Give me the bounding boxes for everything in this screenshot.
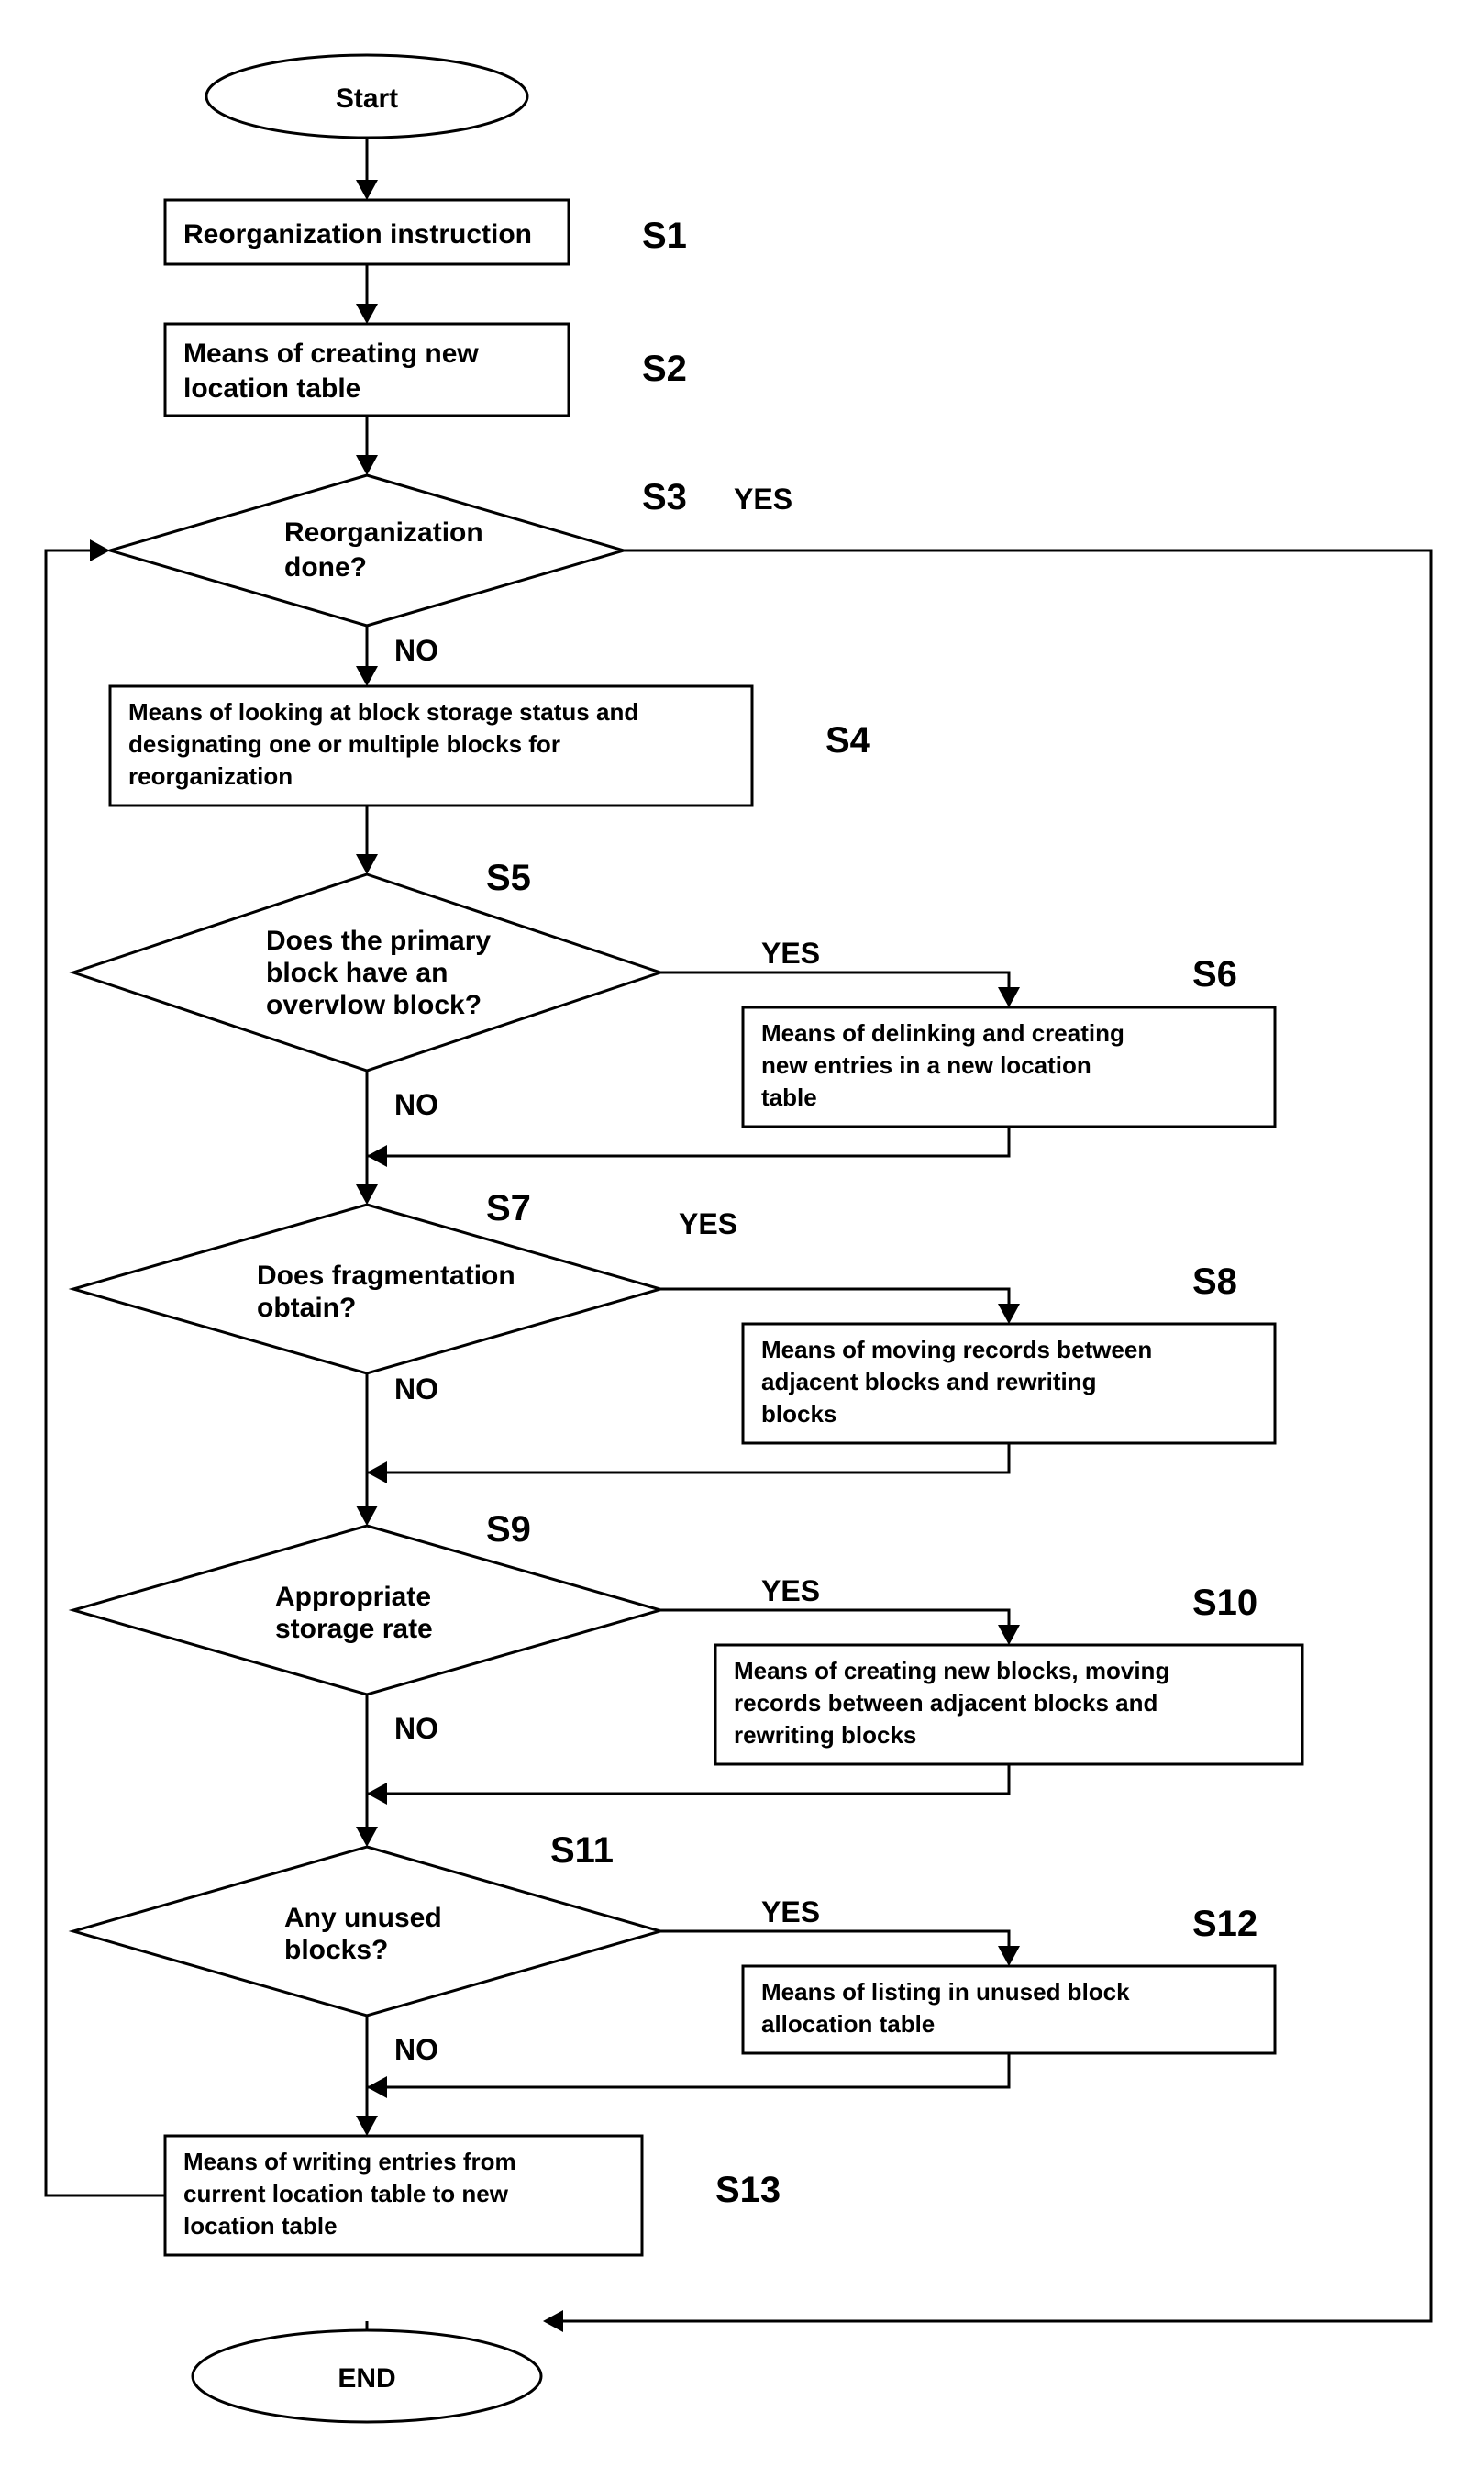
- s7-node: Does fragmentation obtain? S7: [73, 1188, 660, 1373]
- s5-step: S5: [486, 858, 531, 898]
- s4-l1: Means of looking at block storage status…: [128, 698, 638, 726]
- s11-l1: Any unused: [284, 1903, 442, 1933]
- s5-l2: block have an: [266, 958, 448, 988]
- s4-node: Means of looking at block storage status…: [110, 686, 871, 806]
- s7-no-label: NO: [394, 1372, 438, 1406]
- s6-step: S6: [1192, 954, 1237, 995]
- s2-l2: location table: [183, 373, 360, 404]
- s5-yes-label: YES: [761, 937, 820, 970]
- start-label: Start: [336, 83, 398, 114]
- s11-step: S11: [550, 1830, 614, 1871]
- s7-l2: obtain?: [257, 1293, 356, 1323]
- s10-step: S10: [1192, 1583, 1257, 1623]
- s3-l1: Reorganization: [284, 517, 483, 548]
- s6-l1: Means of delinking and creating: [761, 1019, 1124, 1047]
- s11-l2: blocks?: [284, 1935, 388, 1965]
- s3-no-label: NO: [394, 634, 438, 667]
- s5-l3: overvlow block?: [266, 990, 482, 1020]
- s9-yes-label: YES: [761, 1574, 820, 1607]
- s8-step: S8: [1192, 1261, 1237, 1302]
- s5-node: Does the primary block have an overvlow …: [73, 858, 660, 1071]
- s10-l3: rewriting blocks: [734, 1721, 916, 1749]
- s13-step: S13: [715, 2170, 781, 2210]
- s1-node: Reorganization instruction S1: [165, 200, 687, 264]
- s5-l1: Does the primary: [266, 926, 491, 956]
- s10-l2: records between adjacent blocks and: [734, 1689, 1157, 1717]
- s12-l2: allocation table: [761, 2010, 935, 2038]
- s8-l1: Means of moving records between: [761, 1336, 1152, 1363]
- s7-yes-label: YES: [679, 1207, 737, 1240]
- s11-node: Any unused blocks? S11: [73, 1830, 660, 2016]
- s1-step: S1: [642, 216, 687, 256]
- s13-l1: Means of writing entries from: [183, 2148, 516, 2175]
- s9-l2: storage rate: [275, 1614, 433, 1644]
- s12-step: S12: [1192, 1904, 1257, 1944]
- end-label: END: [338, 2363, 395, 2394]
- s4-step: S4: [825, 720, 871, 761]
- start-node: Start: [206, 55, 527, 138]
- s10-l1: Means of creating new blocks, moving: [734, 1657, 1169, 1684]
- s2-l1: Means of creating new: [183, 339, 479, 369]
- s2-step: S2: [642, 349, 687, 389]
- s9-no-label: NO: [394, 1712, 438, 1745]
- s13-l3: location table: [183, 2212, 338, 2239]
- s11-no-label: NO: [394, 2033, 438, 2066]
- s3-step: S3: [642, 477, 687, 517]
- s8-l3: blocks: [761, 1400, 836, 1428]
- end-node: END: [193, 2330, 541, 2422]
- s9-node: Appropriate storage rate S9: [73, 1509, 660, 1695]
- s13-l2: current location table to new: [183, 2180, 509, 2207]
- s2-node: Means of creating new location table S2: [165, 324, 687, 416]
- s8-l2: adjacent blocks and rewriting: [761, 1368, 1097, 1395]
- s3-l2: done?: [284, 552, 367, 583]
- s6-l3: table: [761, 1083, 817, 1111]
- s9-step: S9: [486, 1509, 531, 1550]
- s11-yes-label: YES: [761, 1895, 820, 1928]
- s3-yes-label: YES: [734, 483, 792, 516]
- s9-l1: Appropriate: [275, 1582, 431, 1612]
- s12-l1: Means of listing in unused block: [761, 1978, 1130, 2006]
- s4-l2: designating one or multiple blocks for: [128, 730, 560, 758]
- s7-l1: Does fragmentation: [257, 1261, 515, 1291]
- s13-node: Means of writing entries from current lo…: [165, 2136, 781, 2255]
- s1-text: Reorganization instruction: [183, 219, 532, 250]
- s4-l3: reorganization: [128, 762, 293, 790]
- s12-node: Means of listing in unused block allocat…: [743, 1904, 1275, 2053]
- s5-no-label: NO: [394, 1088, 438, 1121]
- s7-step: S7: [486, 1188, 531, 1228]
- s3-node: Reorganization done? S3: [110, 475, 687, 626]
- flowchart: Start Reorganization instruction S1 Mean…: [0, 0, 1484, 2478]
- s6-l2: new entries in a new location: [761, 1051, 1091, 1079]
